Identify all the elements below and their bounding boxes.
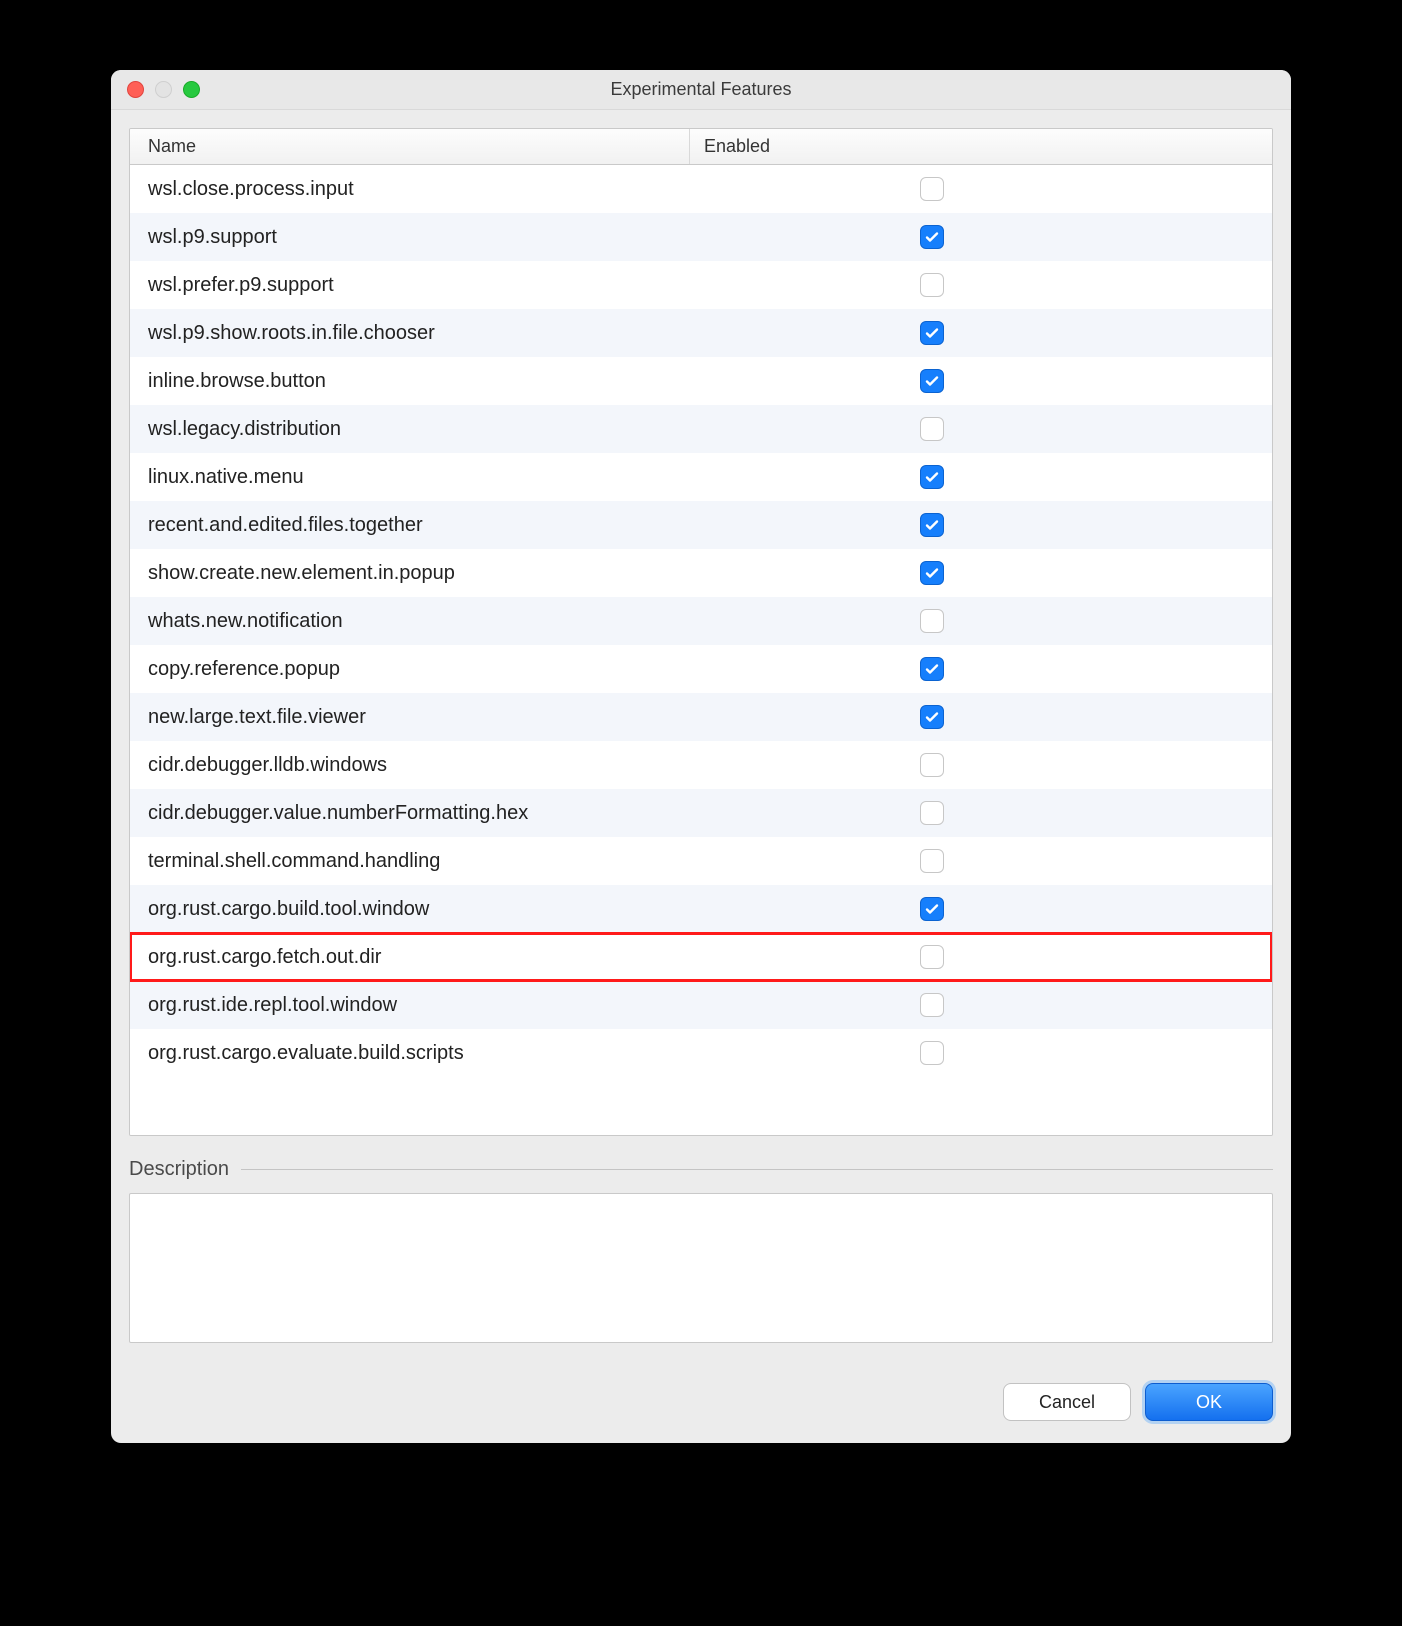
enabled-cell (920, 465, 1240, 489)
table-row[interactable]: wsl.p9.support (130, 213, 1272, 261)
enabled-cell (920, 801, 1240, 825)
enabled-cell (920, 849, 1240, 873)
dialog-window: Experimental Features Name Enabled wsl.c… (111, 70, 1291, 1443)
enabled-cell (920, 705, 1240, 729)
table-row[interactable]: wsl.close.process.input (130, 165, 1272, 213)
enabled-cell (920, 513, 1240, 537)
enabled-checkbox[interactable] (920, 321, 944, 345)
feature-name: copy.reference.popup (130, 658, 920, 681)
feature-name: wsl.prefer.p9.support (130, 274, 920, 297)
ok-button[interactable]: OK (1145, 1383, 1273, 1421)
enabled-checkbox[interactable] (920, 657, 944, 681)
feature-name: wsl.p9.show.roots.in.file.chooser (130, 322, 920, 345)
table-row[interactable]: wsl.legacy.distribution (130, 405, 1272, 453)
feature-name: terminal.shell.command.handling (130, 850, 920, 873)
table-row[interactable]: cidr.debugger.value.numberFormatting.hex (130, 789, 1272, 837)
feature-name: wsl.legacy.distribution (130, 418, 920, 441)
enabled-cell (920, 609, 1240, 633)
enabled-checkbox[interactable] (920, 561, 944, 585)
table-header: Name Enabled (130, 129, 1272, 165)
description-section: Description (129, 1158, 1273, 1343)
table-filler (130, 1077, 1272, 1135)
feature-name: whats.new.notification (130, 610, 920, 633)
feature-name: org.rust.cargo.evaluate.build.scripts (130, 1042, 920, 1065)
enabled-checkbox[interactable] (920, 609, 944, 633)
table-row[interactable]: recent.and.edited.files.together (130, 501, 1272, 549)
description-header: Description (129, 1158, 1273, 1181)
enabled-checkbox[interactable] (920, 225, 944, 249)
table-body: wsl.close.process.input wsl.p9.support wsl… (130, 165, 1272, 1135)
table-row[interactable]: org.rust.ide.repl.tool.window (130, 981, 1272, 1029)
feature-name: wsl.close.process.input (130, 178, 920, 201)
enabled-cell (920, 177, 1240, 201)
table-row[interactable]: terminal.shell.command.handling (130, 837, 1272, 885)
enabled-cell (920, 369, 1240, 393)
feature-name: wsl.p9.support (130, 226, 920, 249)
feature-name: org.rust.cargo.build.tool.window (130, 898, 920, 921)
enabled-checkbox[interactable] (920, 993, 944, 1017)
feature-name: show.create.new.element.in.popup (130, 562, 920, 585)
dialog-footer: Cancel OK (111, 1361, 1291, 1443)
enabled-cell (920, 417, 1240, 441)
enabled-cell (920, 993, 1240, 1017)
divider (241, 1169, 1273, 1170)
feature-name: inline.browse.button (130, 370, 920, 393)
feature-name: org.rust.ide.repl.tool.window (130, 994, 920, 1017)
enabled-cell (920, 1041, 1240, 1065)
column-header-enabled[interactable]: Enabled (690, 136, 770, 157)
enabled-checkbox[interactable] (920, 417, 944, 441)
feature-name: cidr.debugger.value.numberFormatting.hex (130, 802, 920, 825)
table-row[interactable]: new.large.text.file.viewer (130, 693, 1272, 741)
table-row[interactable]: cidr.debugger.lldb.windows (130, 741, 1272, 789)
enabled-checkbox[interactable] (920, 513, 944, 537)
feature-name: recent.and.edited.files.together (130, 514, 920, 537)
description-textarea[interactable] (129, 1193, 1273, 1343)
window-controls (111, 81, 200, 98)
column-header-name[interactable]: Name (130, 129, 690, 164)
enabled-cell (920, 225, 1240, 249)
enabled-cell (920, 561, 1240, 585)
close-icon[interactable] (127, 81, 144, 98)
enabled-checkbox[interactable] (920, 369, 944, 393)
table-row[interactable]: wsl.p9.show.roots.in.file.chooser (130, 309, 1272, 357)
enabled-cell (920, 897, 1240, 921)
minimize-icon (155, 81, 172, 98)
enabled-checkbox[interactable] (920, 945, 944, 969)
table-row[interactable]: whats.new.notification (130, 597, 1272, 645)
table-row[interactable]: show.create.new.element.in.popup (130, 549, 1272, 597)
enabled-checkbox[interactable] (920, 849, 944, 873)
enabled-cell (920, 273, 1240, 297)
enabled-checkbox[interactable] (920, 753, 944, 777)
table-row[interactable]: org.rust.cargo.fetch.out.dir (130, 933, 1272, 981)
feature-name: org.rust.cargo.fetch.out.dir (130, 946, 920, 969)
enabled-cell (920, 945, 1240, 969)
table-row[interactable]: inline.browse.button (130, 357, 1272, 405)
enabled-cell (920, 321, 1240, 345)
enabled-checkbox[interactable] (920, 273, 944, 297)
enabled-checkbox[interactable] (920, 465, 944, 489)
zoom-icon[interactable] (183, 81, 200, 98)
table-row[interactable]: org.rust.cargo.build.tool.window (130, 885, 1272, 933)
table-row[interactable]: linux.native.menu (130, 453, 1272, 501)
description-label: Description (129, 1158, 229, 1181)
table-row[interactable]: org.rust.cargo.evaluate.build.scripts (130, 1029, 1272, 1077)
feature-name: new.large.text.file.viewer (130, 706, 920, 729)
table-row[interactable]: copy.reference.popup (130, 645, 1272, 693)
enabled-checkbox[interactable] (920, 897, 944, 921)
feature-name: cidr.debugger.lldb.windows (130, 754, 920, 777)
cancel-button[interactable]: Cancel (1003, 1383, 1131, 1421)
enabled-checkbox[interactable] (920, 801, 944, 825)
enabled-cell (920, 753, 1240, 777)
enabled-checkbox[interactable] (920, 177, 944, 201)
table-row[interactable]: wsl.prefer.p9.support (130, 261, 1272, 309)
enabled-checkbox[interactable] (920, 705, 944, 729)
feature-name: linux.native.menu (130, 466, 920, 489)
enabled-cell (920, 657, 1240, 681)
content-area: Name Enabled wsl.close.process.inputwsl.… (111, 110, 1291, 1361)
window-title: Experimental Features (111, 79, 1291, 100)
features-table: Name Enabled wsl.close.process.inputwsl.… (129, 128, 1273, 1136)
titlebar: Experimental Features (111, 70, 1291, 110)
enabled-checkbox[interactable] (920, 1041, 944, 1065)
